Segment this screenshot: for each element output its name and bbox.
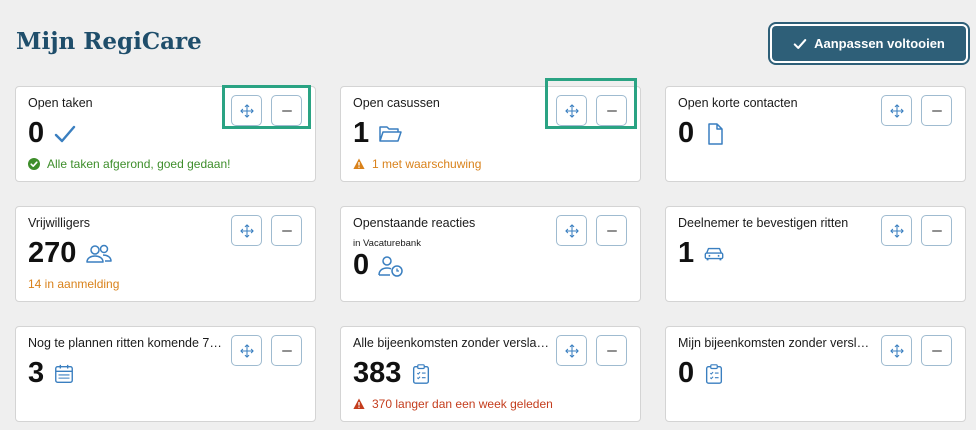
dashboard-page: Mijn RegiCare Aanpassen voltooien Open t… [0, 0, 976, 430]
finish-customizing-button[interactable]: Aanpassen voltooien [772, 26, 966, 61]
warning-icon [353, 398, 365, 409]
move-icon [239, 103, 254, 118]
widget-openstaande-reacties: Openstaande reacties in Vacaturebank 0 [340, 206, 641, 302]
widget-status-text: Alle taken afgerond, goed gedaan! [47, 157, 231, 171]
page-title: Mijn RegiCare [16, 28, 202, 55]
remove-widget-button[interactable] [271, 335, 302, 366]
widget-status: 14 in aanmelding [28, 277, 119, 291]
widget-value: 1 [678, 237, 695, 269]
widget-value: 0 [353, 249, 370, 281]
widget-open-casussen: Open casussen 1 1 met waarschuwing [340, 86, 641, 182]
finish-customizing-label: Aanpassen voltooien [814, 36, 945, 51]
widget-metric: 1 [678, 239, 725, 268]
minus-icon [281, 109, 292, 112]
widget-vrijwilligers: Vrijwilligers 270 14 in aanmelding [15, 206, 316, 302]
widget-status: Alle taken afgerond, goed gedaan! [28, 157, 230, 171]
remove-widget-button[interactable] [596, 95, 627, 126]
move-icon [889, 343, 904, 358]
minus-icon [606, 109, 617, 112]
check-icon [793, 38, 807, 49]
minus-icon [281, 229, 292, 232]
folder-open-icon [378, 122, 402, 146]
widget-value: 0 [678, 117, 695, 149]
widget-status-text: 370 langer dan een week geleden [372, 397, 553, 411]
widget-metric: 0 [28, 119, 77, 148]
widget-open-taken: Open taken 0 Alle taken afgerond, goed g… [15, 86, 316, 182]
move-widget-button[interactable] [556, 215, 587, 246]
document-icon [703, 122, 727, 146]
minus-icon [281, 349, 292, 352]
widget-title: Alle bijeenkomsten zonder verslaglegging [353, 336, 549, 350]
move-widget-button[interactable] [881, 335, 912, 366]
widget-title: Open taken [28, 96, 93, 110]
move-icon [889, 103, 904, 118]
move-widget-button[interactable] [231, 215, 262, 246]
check-circle-icon [28, 158, 40, 170]
widget-title: Open korte contacten [678, 96, 798, 110]
widget-metric: 1 [353, 119, 402, 148]
widget-open-korte-contacten: Open korte contacten 0 [665, 86, 966, 182]
widget-value: 0 [678, 357, 695, 389]
minus-icon [931, 349, 942, 352]
move-icon [564, 223, 579, 238]
clipboard-list-icon [703, 363, 725, 385]
widget-value: 270 [28, 237, 77, 269]
widget-title: Vrijwilligers [28, 216, 91, 230]
widget-title: Openstaande reacties [353, 216, 476, 230]
move-widget-button[interactable] [881, 95, 912, 126]
check-icon [53, 122, 77, 146]
move-icon [239, 343, 254, 358]
widget-value: 1 [353, 117, 370, 149]
widget-title: Mijn bijeenkomsten zonder verslaglegging [678, 336, 874, 350]
move-icon [564, 103, 579, 118]
widget-value: 0 [28, 117, 45, 149]
widget-metric: 0 [353, 251, 404, 280]
move-widget-button[interactable] [881, 215, 912, 246]
widget-value: 383 [353, 357, 402, 389]
minus-icon [931, 109, 942, 112]
widget-title: Deelnemer te bevestigen ritten [678, 216, 849, 230]
remove-widget-button[interactable] [596, 335, 627, 366]
move-icon [239, 223, 254, 238]
widget-status-text: 1 met waarschuwing [372, 157, 482, 171]
move-icon [889, 223, 904, 238]
move-widget-button[interactable] [556, 335, 587, 366]
widget-status: 1 met waarschuwing [353, 157, 481, 171]
remove-widget-button[interactable] [921, 215, 952, 246]
remove-widget-button[interactable] [271, 215, 302, 246]
warning-icon [353, 158, 365, 169]
widget-nog-te-plannen-ritten: Nog te plannen ritten komende 7 dagen 3 [15, 326, 316, 422]
widget-value: 3 [28, 357, 45, 389]
user-clock-icon [378, 254, 404, 278]
widget-metric: 270 [28, 239, 113, 268]
car-icon [703, 243, 725, 265]
minus-icon [606, 229, 617, 232]
minus-icon [931, 229, 942, 232]
remove-widget-button[interactable] [921, 335, 952, 366]
move-widget-button[interactable] [231, 95, 262, 126]
widget-title: Open casussen [353, 96, 440, 110]
widget-subtitle: in Vacaturebank [353, 238, 421, 249]
widget-metric: 0 [678, 119, 727, 148]
remove-widget-button[interactable] [596, 215, 627, 246]
move-icon [564, 343, 579, 358]
widget-status-text: 14 in aanmelding [28, 277, 120, 291]
widget-status: 370 langer dan een week geleden [353, 397, 553, 411]
minus-icon [606, 349, 617, 352]
remove-widget-button[interactable] [921, 95, 952, 126]
remove-widget-button[interactable] [271, 95, 302, 126]
widget-metric: 383 [353, 359, 432, 388]
clipboard-list-icon [410, 363, 432, 385]
widget-deelnemer-ritten: Deelnemer te bevestigen ritten 1 [665, 206, 966, 302]
move-widget-button[interactable] [231, 335, 262, 366]
widget-mijn-bijeenkomsten: Mijn bijeenkomsten zonder verslaglegging… [665, 326, 966, 422]
widget-metric: 0 [678, 359, 725, 388]
users-icon [85, 242, 113, 266]
move-widget-button[interactable] [556, 95, 587, 126]
widget-metric: 3 [28, 359, 75, 388]
widget-alle-bijeenkomsten: Alle bijeenkomsten zonder verslaglegging… [340, 326, 641, 422]
widget-title: Nog te plannen ritten komende 7 dagen [28, 336, 224, 350]
calendar-icon [53, 363, 75, 385]
